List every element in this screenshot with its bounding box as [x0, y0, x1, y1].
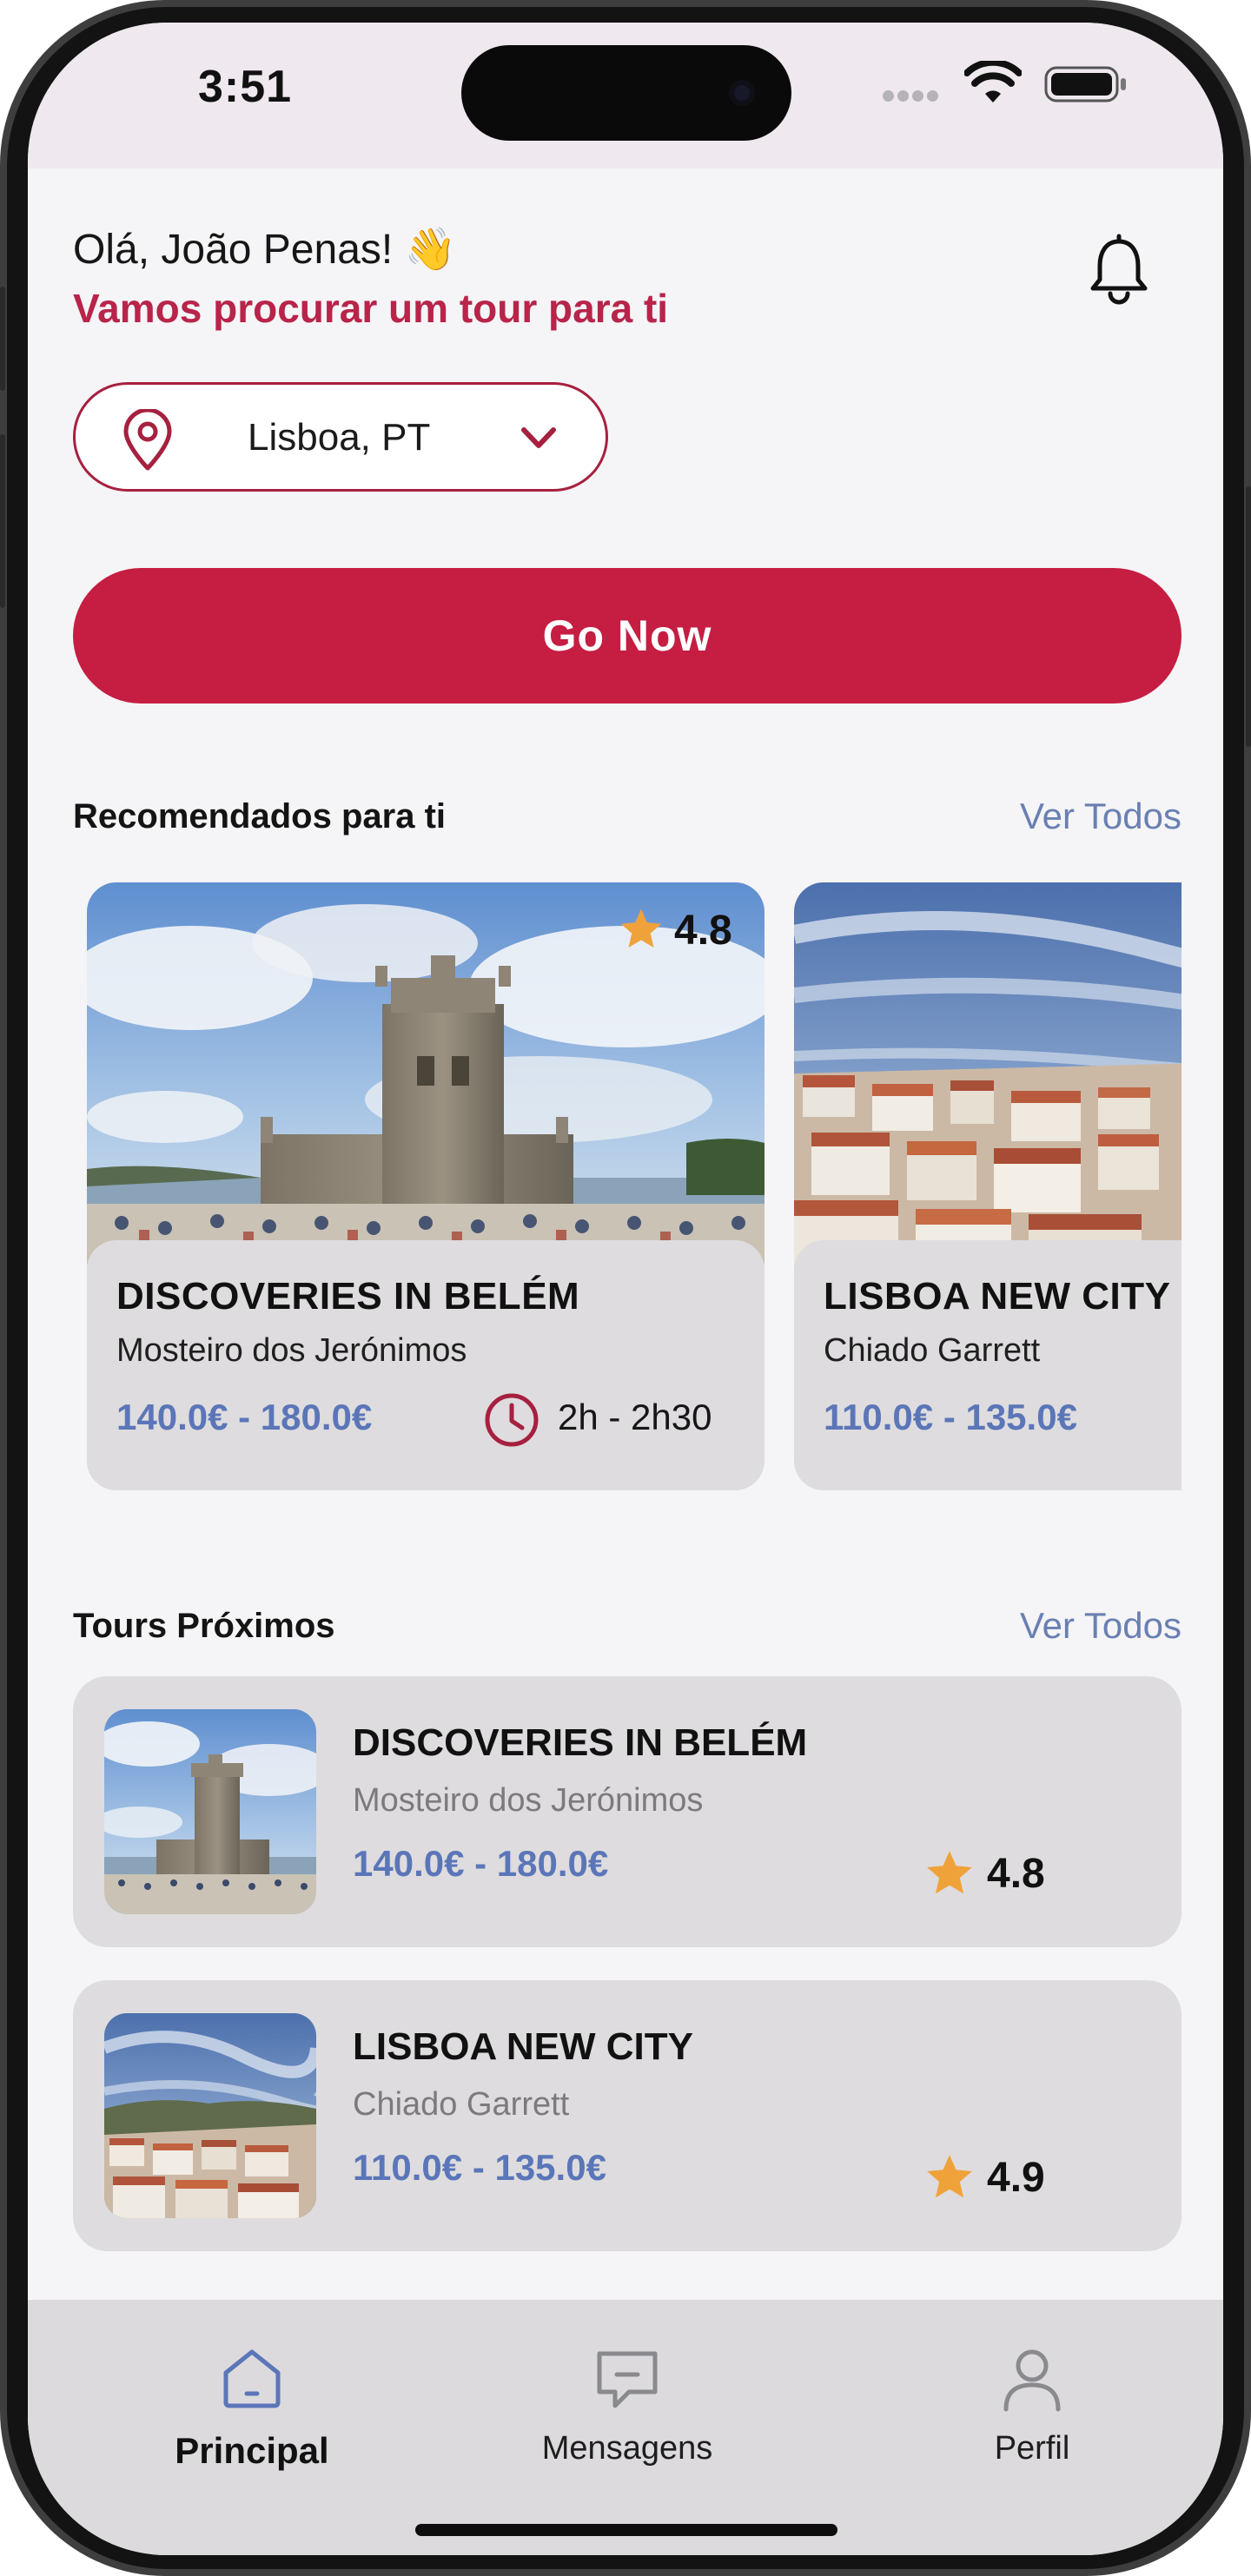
- rating-value: 4.8: [674, 908, 732, 954]
- card-duration: 2h - 2h30: [558, 1397, 712, 1437]
- star-icon: [927, 2155, 972, 2198]
- tour-title: LISBOA NEW CITY: [353, 2025, 693, 2068]
- recommended-card[interactable]: 4.8 DISCOVERIES IN BELÉM Mosteiro dos Je…: [87, 882, 764, 1490]
- location-value: Lisboa, PT: [248, 416, 431, 459]
- home-indicator: [415, 2524, 837, 2536]
- battery-icon: [1044, 66, 1126, 102]
- tour-thumbnail: [104, 2013, 316, 2218]
- recommended-carousel[interactable]: 4.8 DISCOVERIES IN BELÉM Mosteiro dos Je…: [73, 882, 1182, 1490]
- belem-tower-thumbnail: [104, 1709, 316, 1914]
- tour-thumbnail: [104, 1709, 316, 1914]
- go-now-button[interactable]: Go Now: [73, 568, 1182, 703]
- status-bar: 3:51: [28, 23, 1223, 168]
- card-info: DISCOVERIES IN BELÉM Mosteiro dos Jeróni…: [87, 1240, 764, 1490]
- status-time: 3:51: [198, 62, 293, 112]
- header-subtitle: Vamos procurar um tour para ti: [73, 286, 669, 331]
- lisbon-city-photo: [794, 882, 1182, 1265]
- tour-rating: 4.9: [987, 2155, 1045, 2201]
- nearby-tour-item[interactable]: DISCOVERIES IN BELÉM Mosteiro dos Jeróni…: [73, 1676, 1182, 1947]
- nearby-tour-item[interactable]: LISBOA NEW CITY Chiado Garrett 110.0€ - …: [73, 1980, 1182, 2251]
- app-screen: 3:51 Olá, João Penas! 👋 Vamos procurar u…: [28, 23, 1223, 2555]
- recommended-title: Recomendados para ti: [73, 797, 447, 836]
- user-icon: [1003, 2349, 1061, 2412]
- bell-icon[interactable]: [1086, 233, 1152, 306]
- location-select[interactable]: Lisboa, PT: [73, 382, 608, 492]
- card-subtitle: Mosteiro dos Jerónimos: [116, 1332, 467, 1369]
- message-icon: [597, 2351, 658, 2408]
- card-info: LISBOA NEW CITY Chiado Garrett 110.0€ - …: [794, 1240, 1182, 1490]
- chevron-down-icon: [521, 427, 556, 448]
- card-title: DISCOVERIES IN BELÉM: [116, 1275, 580, 1318]
- side-button: [0, 287, 5, 391]
- camera-icon: [729, 80, 755, 106]
- star-icon: [927, 1851, 972, 1894]
- tour-title: DISCOVERIES IN BELÉM: [353, 1721, 808, 1764]
- home-icon: [223, 2349, 281, 2408]
- recommended-see-all-link[interactable]: Ver Todos: [1020, 796, 1182, 837]
- tab-label: Perfil: [994, 2430, 1070, 2467]
- bottom-tab-bar: Principal Mensagens Perfil: [28, 2300, 1223, 2555]
- cellular-signal-icon: [883, 90, 945, 104]
- tab-perfil[interactable]: Perfil: [919, 2342, 1145, 2489]
- tour-subtitle: Mosteiro dos Jerónimos: [353, 1782, 704, 1819]
- star-icon: [620, 908, 662, 948]
- card-price: 110.0€ - 135.0€: [824, 1397, 1077, 1437]
- nearby-see-all-link[interactable]: Ver Todos: [1020, 1605, 1182, 1647]
- card-title: LISBOA NEW CITY: [824, 1275, 1171, 1318]
- tab-principal[interactable]: Principal: [139, 2342, 365, 2489]
- tab-label: Principal: [175, 2430, 329, 2471]
- dynamic-island: [461, 45, 791, 141]
- tour-rating: 4.8: [987, 1851, 1045, 1897]
- side-button: [1246, 486, 1251, 747]
- map-pin-icon: [123, 409, 172, 471]
- tour-price: 140.0€ - 180.0€: [353, 1843, 609, 1884]
- side-button: [0, 434, 5, 608]
- greeting-text: Olá, João Penas! 👋: [73, 227, 457, 273]
- tour-subtitle: Chiado Garrett: [353, 2086, 570, 2123]
- tour-price: 110.0€ - 135.0€: [353, 2147, 606, 2188]
- recommended-card[interactable]: LISBOA NEW CITY Chiado Garrett 110.0€ - …: [794, 882, 1182, 1490]
- card-price: 140.0€ - 180.0€: [116, 1397, 373, 1437]
- tab-mensagens[interactable]: Mensagens: [514, 2342, 740, 2489]
- lisbon-city-thumbnail: [104, 2013, 316, 2218]
- nearby-title: Tours Próximos: [73, 1607, 335, 1645]
- rating-badge: 4.8: [617, 905, 747, 957]
- wifi-icon: [964, 61, 1022, 102]
- card-subtitle: Chiado Garrett: [824, 1332, 1041, 1369]
- tab-label: Mensagens: [541, 2430, 713, 2467]
- clock-icon: [485, 1393, 539, 1447]
